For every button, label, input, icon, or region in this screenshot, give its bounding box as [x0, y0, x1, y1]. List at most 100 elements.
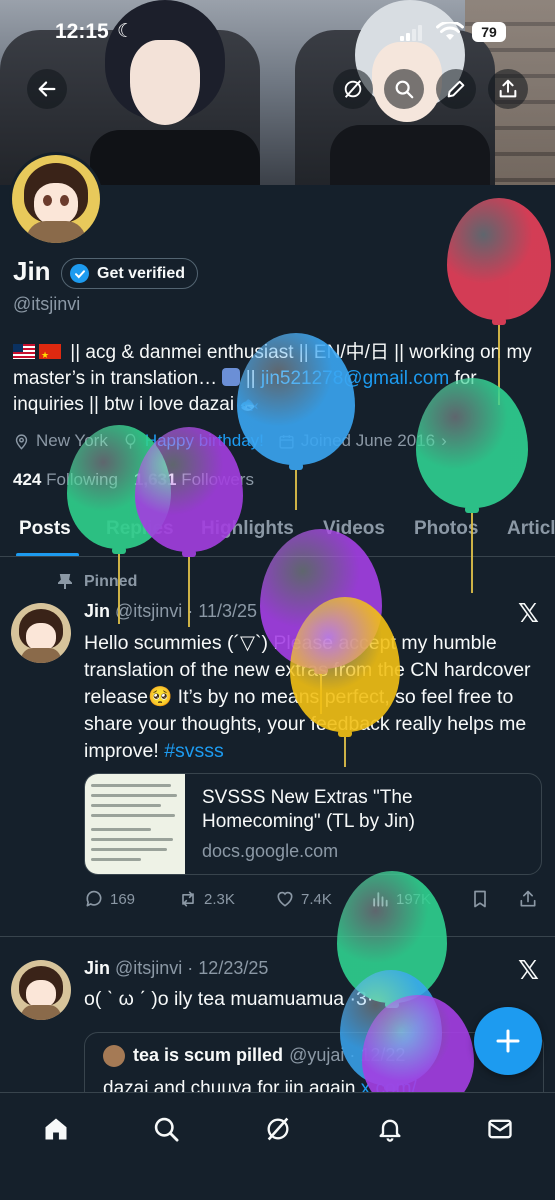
- followers-count: 1,631: [133, 470, 177, 489]
- avatar-image: [12, 155, 100, 243]
- post-text: Hello scummies (´▽`) Please accept my hu…: [84, 630, 549, 765]
- location-item: New York: [13, 431, 108, 451]
- follow-stats: 424 Following 1,631 Followers: [13, 470, 254, 490]
- post-divider: [0, 936, 555, 937]
- post-author[interactable]: Jin: [84, 601, 110, 621]
- location-pin-icon: [15, 433, 28, 450]
- share-button[interactable]: [488, 69, 528, 109]
- thumb-line: [91, 814, 175, 817]
- quote-handle: @yujai · 12/22: [289, 1045, 406, 1065]
- mail-icon: [488, 1119, 512, 1139]
- post-text: o( ˋ ω ˊ )o ily tea muamuamua ·3·: [84, 988, 374, 1010]
- profile-bio: || acg & danmei enthusiast || EN/中/日 || …: [13, 340, 548, 419]
- profile-tabs: Posts Replies Highlights Videos Photos A…: [0, 505, 555, 557]
- location-text: New York: [36, 431, 108, 450]
- tab-videos[interactable]: Videos: [323, 518, 385, 540]
- bio-email-link[interactable]: jin521278@gmail.com: [261, 368, 449, 389]
- link-card-domain: docs.google.com: [202, 841, 339, 861]
- grok-button[interactable]: [333, 69, 373, 109]
- nav-search[interactable]: [148, 1111, 184, 1147]
- repost-count: 2.3K: [204, 890, 235, 908]
- nav-home[interactable]: [38, 1111, 74, 1147]
- post-header: Jin @itsjinvi · 12/23/25: [84, 958, 268, 979]
- profile-name: Jin: [13, 256, 51, 286]
- following-link[interactable]: 424 Following: [13, 470, 118, 490]
- quote-author: tea is scum pilled @yujai · 12/22: [133, 1045, 405, 1066]
- pencil-icon: [447, 80, 465, 98]
- tab-highlights[interactable]: Highlights: [201, 518, 294, 540]
- bookmark-button[interactable]: [470, 889, 490, 909]
- post-avatar[interactable]: [11, 960, 71, 1020]
- status-time: 12:15: [55, 20, 109, 43]
- post-body: Hello scummies (´▽`) Please accept my hu…: [84, 632, 531, 762]
- quote-avatar: [103, 1045, 125, 1067]
- tab-replies[interactable]: Replies: [106, 518, 174, 540]
- post-avatar-coat: [21, 1005, 61, 1020]
- tab-articles[interactable]: Articles: [507, 518, 555, 540]
- books-emoji-icon: [222, 368, 241, 386]
- get-verified-label: Get verified: [97, 264, 186, 282]
- post-author[interactable]: Jin: [84, 958, 110, 978]
- status-bar: 12:15 ☾ 79: [0, 0, 555, 60]
- analytics-icon: [373, 892, 388, 907]
- x-logo-icon: 𝕏: [518, 598, 539, 628]
- views-count: 197K: [396, 890, 432, 908]
- joined-text: Joined June 2016: [300, 431, 436, 450]
- avatar-coat: [26, 221, 86, 243]
- like-button[interactable]: 7.4K: [275, 889, 332, 909]
- compose-button[interactable]: [474, 1007, 542, 1075]
- home-icon: [45, 1118, 67, 1140]
- share-icon: [520, 890, 536, 907]
- link-card[interactable]: SVSSS New Extras "The Homecoming" (TL by…: [84, 773, 542, 875]
- post-meta: @itsjinvi · 12/23/25: [115, 958, 269, 978]
- post-header: Jin @itsjinvi · 11/3/25: [84, 601, 257, 622]
- pin-icon: [58, 574, 72, 589]
- profile-meta: New York Happy birthday! Joined June 201…: [13, 431, 553, 451]
- banner-character-left-body: [90, 130, 260, 185]
- heart-icon: [277, 891, 293, 907]
- post-avatar[interactable]: [11, 603, 71, 663]
- thumb-line: [91, 848, 167, 851]
- search-button[interactable]: [384, 69, 424, 109]
- reply-count: 169: [110, 890, 136, 908]
- search-icon: [154, 1117, 179, 1142]
- edit-button[interactable]: [436, 69, 476, 109]
- views-button[interactable]: 197K: [370, 889, 431, 909]
- post-avatar-coat: [21, 648, 61, 663]
- thumb-line: [91, 804, 161, 807]
- plus-icon: [496, 1029, 520, 1053]
- nav-messages[interactable]: [482, 1111, 518, 1147]
- followers-link[interactable]: 1,631 Followers: [134, 470, 254, 490]
- post-avatar-face: [26, 980, 56, 1008]
- grok-icon: [267, 1117, 289, 1141]
- post-hashtag[interactable]: #svsss: [164, 740, 224, 762]
- nav-grok[interactable]: [260, 1111, 296, 1147]
- search-icon: [395, 80, 414, 99]
- birthday-item[interactable]: Happy birthday!: [122, 431, 264, 451]
- balloon-icon: [125, 433, 136, 449]
- x-logo-icon: 𝕏: [518, 955, 539, 985]
- bell-icon: [379, 1119, 401, 1142]
- back-arrow-icon: [38, 81, 56, 97]
- repost-button[interactable]: 2.3K: [178, 889, 235, 909]
- signal-icon: [400, 25, 422, 41]
- followers-label: Followers: [181, 470, 254, 489]
- banner-character-right-body: [330, 125, 490, 185]
- us-flag-icon: [13, 344, 35, 359]
- get-verified-button[interactable]: Get verified: [61, 258, 199, 289]
- profile-avatar[interactable]: [9, 152, 103, 246]
- tab-photos[interactable]: Photos: [414, 518, 478, 540]
- thumb-line: [91, 838, 173, 841]
- bottom-nav: [0, 1092, 555, 1200]
- tab-posts[interactable]: Posts: [19, 518, 71, 540]
- back-button[interactable]: [27, 69, 67, 109]
- balloon-string: [295, 470, 297, 510]
- post-actions: 169 2.3K 7.4K 197K: [84, 889, 544, 913]
- pinned-text: Pinned: [84, 573, 138, 590]
- wifi-icon: [436, 22, 464, 40]
- reply-button[interactable]: 169: [84, 889, 135, 909]
- post-meta: @itsjinvi · 11/3/25: [115, 601, 258, 621]
- repost-icon: [182, 891, 194, 907]
- nav-notifications[interactable]: [372, 1111, 408, 1147]
- share-post-button[interactable]: [518, 889, 538, 909]
